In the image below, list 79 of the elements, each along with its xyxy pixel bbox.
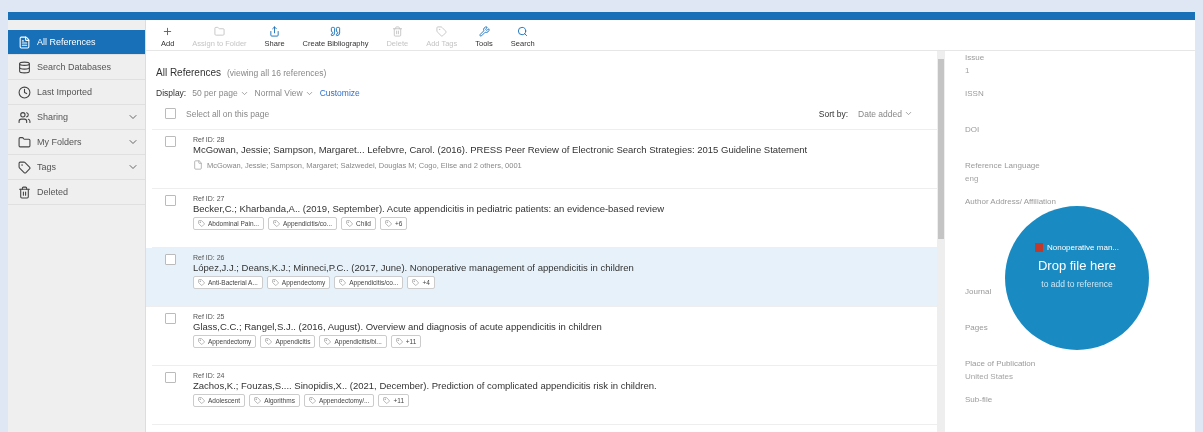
field-label: Sub-file: [965, 395, 993, 404]
wrench-icon: [478, 26, 490, 37]
field-label: DOI: [965, 125, 980, 134]
customize-link[interactable]: Customize: [319, 88, 360, 98]
checkbox[interactable]: [165, 108, 176, 119]
citation: McGowan, Jessie; Sampson, Margaret... Lefebvre, Carol. (2016). PRESS Peer Review of Electronic Search Strategies: 2015 Guideline Statement: [193, 144, 808, 155]
citation: López,J.J.; Deans,K.J.; Minneci,P.C.. (2017, June). Nonoperative management of appendicitis in children: [193, 262, 634, 273]
tag-icon: [412, 279, 420, 286]
select-all-label: Select all on this page: [186, 108, 270, 119]
folder-icon: [213, 26, 225, 37]
sidebar-item[interactable]: All References: [8, 30, 145, 55]
list-title: All References: [156, 67, 222, 78]
field-value: United States: [965, 372, 1014, 381]
tag-icon: [308, 397, 316, 404]
checkbox[interactable]: [165, 313, 176, 324]
field-value: 1: [965, 66, 970, 75]
field-label: Author Address/ Affiliation: [965, 197, 1057, 206]
tag-icon: [198, 397, 205, 404]
drop-subtitle: to add to reference: [1041, 279, 1113, 289]
tag-icon: [198, 220, 205, 227]
field-label: Issue: [965, 53, 985, 62]
tag-icon: [383, 397, 391, 404]
display-label: Display:: [156, 88, 187, 98]
tag-icon: [324, 338, 332, 345]
share-icon: [269, 26, 281, 37]
field-label: Pages: [965, 323, 988, 332]
checkbox[interactable]: [165, 136, 176, 147]
drop-zone[interactable]: Nonoperative man... Drop file here to add to reference: [1005, 206, 1149, 350]
sidebar-item[interactable]: My Folders: [8, 130, 145, 155]
citation: Zachos,K.; Fouzas,S.... Sinopidis,X.. (2021, December). Prediction of complicated appendicitis risk in children.: [193, 380, 657, 391]
quote-icon: [330, 26, 341, 37]
tag-icon: [384, 220, 392, 227]
sidebar-item[interactable]: Sharing: [8, 105, 145, 130]
file-name: Nonoperative man...: [1046, 243, 1119, 252]
tag-icon: [346, 220, 354, 227]
per-page-dropdown[interactable]: 50 per page: [192, 88, 249, 98]
trash-icon: [391, 26, 403, 37]
clock-icon: [18, 85, 31, 99]
field-value: eng: [965, 174, 979, 183]
sort-label: Sort by:: [818, 108, 849, 119]
tag-icon: [395, 338, 403, 345]
drop-title: Drop file here: [1037, 258, 1116, 273]
folder-icon: [18, 135, 31, 149]
tag-icon: [254, 397, 262, 404]
people-icon: [18, 110, 31, 124]
view-dropdown[interactable]: Normal View: [254, 88, 314, 98]
tag-icon: [265, 338, 273, 345]
field-label: ISSN: [965, 89, 984, 98]
scrollbar[interactable]: [937, 51, 945, 432]
field-label: Journal: [965, 287, 992, 296]
citation: Becker,C.; Kharbanda,A.. (2019, September). Acute appendicitis in pediatric patients: an evidence-based review: [193, 203, 665, 214]
tag-icon: [436, 26, 448, 37]
sidebar-item[interactable]: Deleted: [8, 180, 145, 205]
field-label: Place of Publication: [965, 359, 1036, 368]
reference-count: (viewing all 16 references): [227, 68, 327, 78]
checkbox[interactable]: [165, 195, 176, 206]
database-icon: [18, 60, 31, 74]
tag-icon: [198, 279, 205, 286]
checkbox[interactable]: [165, 254, 176, 265]
citation: Glass,C.C.; Rangel,S.J.. (2016, August). Overview and diagnosis of acute appendicitis in children: [193, 321, 602, 332]
tag-icon: [272, 220, 280, 227]
caret-icon: [904, 109, 913, 118]
field-label: Reference Language: [965, 161, 1040, 170]
tag-icon: [271, 279, 279, 286]
file-icon: [193, 160, 203, 170]
trash-icon: [18, 185, 31, 199]
sidebar-item[interactable]: Last Imported: [8, 80, 145, 105]
plus-icon: [162, 26, 174, 37]
sidebar-item[interactable]: Search Databases: [8, 55, 145, 80]
scrollbar-thumb[interactable]: [938, 59, 944, 239]
tag-icon: [198, 338, 205, 345]
pdf-icon: [1034, 243, 1043, 252]
tag-icon: [18, 160, 31, 174]
document-icon: [18, 35, 31, 49]
checkbox[interactable]: [165, 372, 176, 383]
search-icon: [517, 26, 529, 37]
sidebar-item[interactable]: Tags: [8, 155, 145, 180]
sort-dropdown[interactable]: Date added: [858, 108, 913, 119]
tag-icon: [339, 279, 347, 286]
